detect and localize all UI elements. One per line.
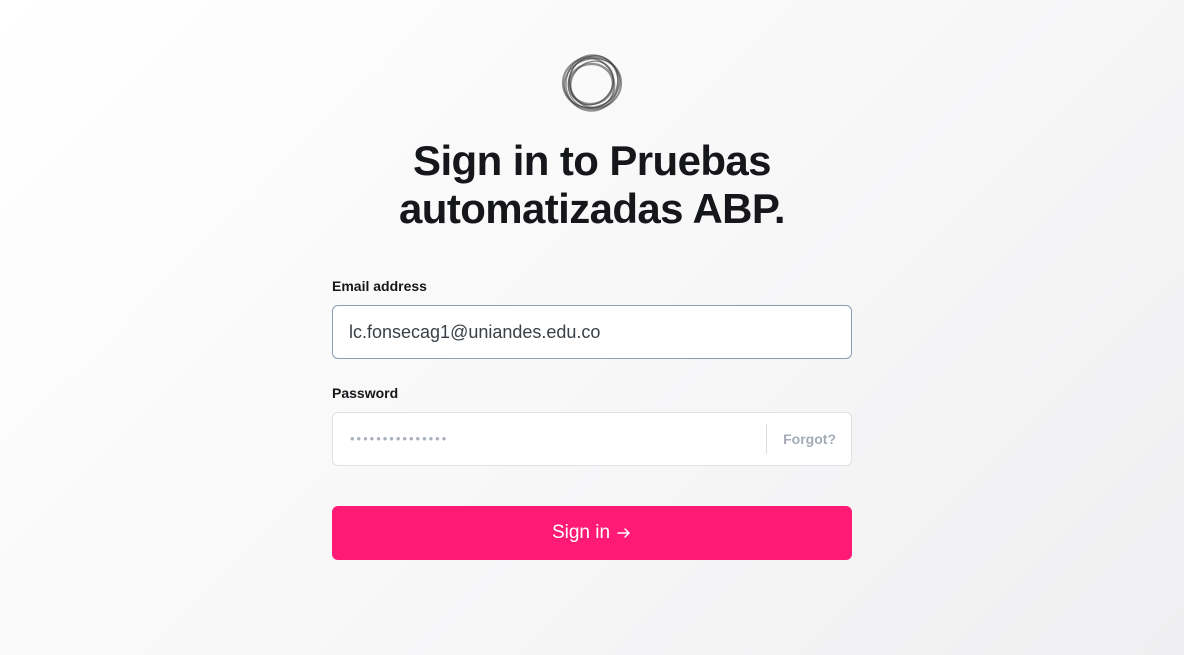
signin-page: Sign in to Pruebas automatizadas ABP. Em… bbox=[0, 0, 1184, 655]
email-field[interactable] bbox=[333, 306, 851, 358]
password-field[interactable]: ••••••••••••••• Forgot? bbox=[332, 412, 852, 466]
email-field-container bbox=[332, 305, 852, 359]
arrow-right-icon bbox=[616, 525, 632, 541]
ghost-ring-logo-icon bbox=[558, 52, 626, 114]
page-title: Sign in to Pruebas automatizadas ABP. bbox=[399, 137, 786, 232]
password-masked-value[interactable]: ••••••••••••••• bbox=[333, 412, 766, 466]
email-label: Email address bbox=[332, 278, 427, 294]
sign-in-button[interactable]: Sign in bbox=[332, 506, 852, 560]
sign-in-label: Sign in bbox=[551, 522, 611, 543]
password-label: Password bbox=[332, 385, 399, 401]
forgot-password-button[interactable]: Forgot? bbox=[767, 431, 851, 447]
